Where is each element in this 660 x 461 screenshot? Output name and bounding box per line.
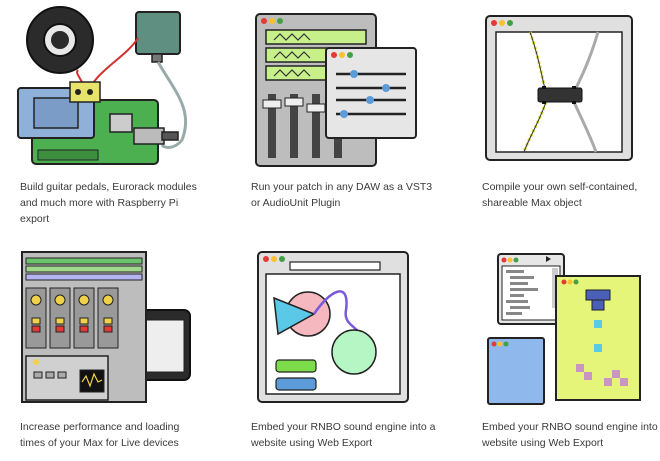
feature-caption: Increase performance and loading times o… (20, 419, 220, 451)
web-browser-shapes-icon (257, 251, 409, 403)
caption-line: website using Web Export (482, 437, 604, 449)
caption-line: shareable Max object (482, 197, 582, 209)
feature-caption: Compile your own self-contained, shareab… (482, 179, 660, 211)
feature-caption: Build guitar pedals, Eurorack modules an… (20, 179, 220, 227)
feature-caption: Embed your RNBO sound engine into a webs… (251, 419, 451, 451)
feature-caption: Embed your RNBO sound engine into a webs… (482, 419, 660, 451)
feature-caption: Run your patch in any DAW as a VST3 or A… (251, 179, 451, 211)
daw-plugin-window-icon (255, 13, 417, 167)
caption-line: website using Web Export (251, 437, 373, 449)
caption-line: Embed your RNBO sound engine into a (251, 421, 436, 433)
caption-line: Embed your RNBO sound engine into a (482, 421, 660, 433)
caption-line: Compile your own self-contained, (482, 181, 638, 193)
caption-line: and much more with Raspberry Pi (20, 197, 179, 209)
caption-line: times of your Max for Live devices (20, 437, 179, 449)
live-device-window-icon (21, 251, 191, 403)
max-object-window-icon (485, 15, 633, 161)
web-code-windows-icon (487, 253, 641, 405)
caption-line: Run your patch in any DAW as a VST3 (251, 181, 433, 193)
caption-line: export (20, 213, 50, 225)
caption-line: Increase performance and loading (20, 421, 180, 433)
caption-line: or AudioUnit Plugin (251, 197, 341, 209)
caption-line: Build guitar pedals, Eurorack modules (20, 181, 197, 193)
raspberry-pi-board-icon (17, 6, 188, 165)
